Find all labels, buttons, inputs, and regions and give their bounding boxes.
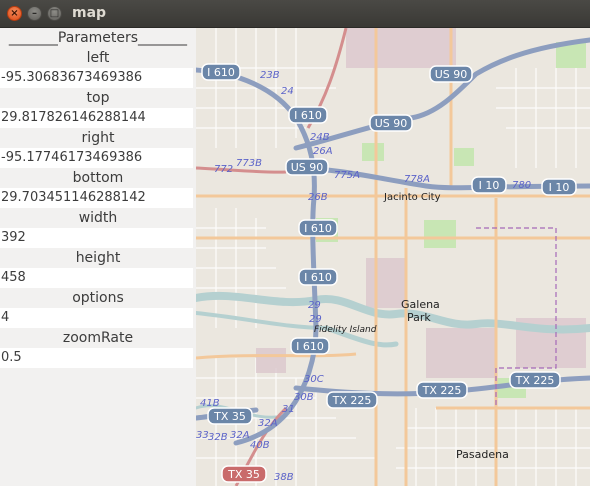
svg-text:I 610: I 610 xyxy=(304,222,332,235)
svg-text:778A: 778A xyxy=(404,174,430,185)
svg-text:24B: 24B xyxy=(310,132,330,143)
svg-text:30B: 30B xyxy=(294,392,314,403)
map-canvas[interactable]: I 610 US 90 I 610 US 90 US 90 I 610 I 61… xyxy=(196,28,590,486)
shield-tx225-1: TX 225 xyxy=(416,381,468,399)
svg-text:Fidelity Island: Fidelity Island xyxy=(314,325,377,335)
svg-text:32A: 32A xyxy=(258,418,278,429)
param-width-field[interactable]: 392 xyxy=(0,228,193,248)
shield-i10-1: I 10 xyxy=(471,176,507,194)
svg-text:41B: 41B xyxy=(200,398,220,409)
param-top-field[interactable]: 29.817826146288144 xyxy=(0,108,193,128)
param-zoomrate-label: zoomRate xyxy=(62,330,134,346)
svg-text:772: 772 xyxy=(214,164,233,175)
param-options-field[interactable]: 4 xyxy=(0,308,193,328)
svg-text:I 10: I 10 xyxy=(479,179,500,192)
map-land xyxy=(196,28,590,486)
window-titlebar: × – □ map xyxy=(0,0,590,28)
svg-text:773B: 773B xyxy=(236,158,262,169)
close-icon: × xyxy=(10,7,19,19)
param-right-field[interactable]: -95.17746173469386 xyxy=(0,148,193,168)
svg-text:30C: 30C xyxy=(304,374,324,385)
shield-tx35-2: TX 35 xyxy=(221,465,267,483)
svg-text:US 90: US 90 xyxy=(375,117,408,130)
svg-text:33: 33 xyxy=(196,430,209,441)
shield-tx35-1: TX 35 xyxy=(207,407,253,425)
param-height-field[interactable]: 458 xyxy=(0,268,193,288)
svg-text:780: 780 xyxy=(512,180,531,191)
svg-text:29: 29 xyxy=(308,300,321,311)
shield-us90-3: US 90 xyxy=(285,158,329,176)
param-right-label: right xyxy=(81,130,115,146)
shield-i610-2: I 610 xyxy=(288,106,328,124)
svg-text:I 610: I 610 xyxy=(294,109,322,122)
minimize-icon: – xyxy=(32,7,37,19)
svg-text:I 610: I 610 xyxy=(304,271,332,284)
shield-i610-1: I 610 xyxy=(201,63,241,81)
svg-text:38B: 38B xyxy=(274,472,294,483)
svg-text:26A: 26A xyxy=(313,146,333,157)
shield-tx225-3: TX 225 xyxy=(326,391,378,409)
svg-text:24: 24 xyxy=(281,86,294,97)
svg-text:775A: 775A xyxy=(334,170,360,181)
map-view[interactable]: I 610 US 90 I 610 US 90 US 90 I 610 I 61… xyxy=(196,28,590,486)
svg-text:Pasadena: Pasadena xyxy=(456,448,509,461)
parameters-heading: _______Parameters_______ xyxy=(8,30,188,46)
svg-text:Park: Park xyxy=(407,311,431,324)
svg-text:TX 225: TX 225 xyxy=(515,374,555,387)
svg-text:I 10: I 10 xyxy=(549,181,570,194)
shield-i610-3: I 610 xyxy=(298,219,338,237)
maximize-icon: □ xyxy=(49,7,60,19)
svg-text:Jacinto City: Jacinto City xyxy=(383,192,441,203)
shield-i10-2: I 10 xyxy=(541,178,577,196)
param-left-field[interactable]: -95.30683673469386 xyxy=(0,68,193,88)
maximize-window-button[interactable]: □ xyxy=(47,6,62,21)
svg-text:TX 35: TX 35 xyxy=(227,468,260,481)
window-title: map xyxy=(72,5,107,21)
svg-text:US 90: US 90 xyxy=(435,68,468,81)
param-bottom-label: bottom xyxy=(72,170,124,186)
svg-text:29: 29 xyxy=(309,314,322,325)
svg-text:TX 225: TX 225 xyxy=(422,384,462,397)
svg-text:US 90: US 90 xyxy=(291,161,324,174)
svg-text:Galena: Galena xyxy=(401,298,440,311)
svg-text:40B: 40B xyxy=(250,440,270,451)
svg-text:23B: 23B xyxy=(260,70,280,81)
shield-tx225-2: TX 225 xyxy=(509,371,561,389)
param-zoomrate-field[interactable]: 0.5 xyxy=(0,348,193,368)
svg-text:TX 35: TX 35 xyxy=(213,410,246,423)
svg-text:32A: 32A xyxy=(230,430,250,441)
param-bottom-field[interactable]: 29.703451146288142 xyxy=(0,188,193,208)
svg-text:TX 225: TX 225 xyxy=(332,394,372,407)
minimize-window-button[interactable]: – xyxy=(27,6,42,21)
parameters-panel: _______Parameters_______ left -95.306836… xyxy=(0,28,196,486)
param-width-label: width xyxy=(78,210,118,226)
param-height-label: height xyxy=(75,250,121,266)
shield-us90-2: US 90 xyxy=(369,114,413,132)
svg-text:I 610: I 610 xyxy=(207,66,235,79)
shield-i610-5: I 610 xyxy=(290,337,330,355)
svg-text:I 610: I 610 xyxy=(296,340,324,353)
param-left-label: left xyxy=(86,50,110,66)
param-top-label: top xyxy=(86,90,110,106)
close-window-button[interactable]: × xyxy=(7,6,22,21)
param-options-label: options xyxy=(72,290,124,306)
svg-text:32B: 32B xyxy=(208,432,228,443)
shield-i610-4: I 610 xyxy=(298,268,338,286)
svg-text:31: 31 xyxy=(282,404,295,415)
svg-text:26B: 26B xyxy=(308,192,328,203)
shield-us90-1: US 90 xyxy=(429,65,473,83)
